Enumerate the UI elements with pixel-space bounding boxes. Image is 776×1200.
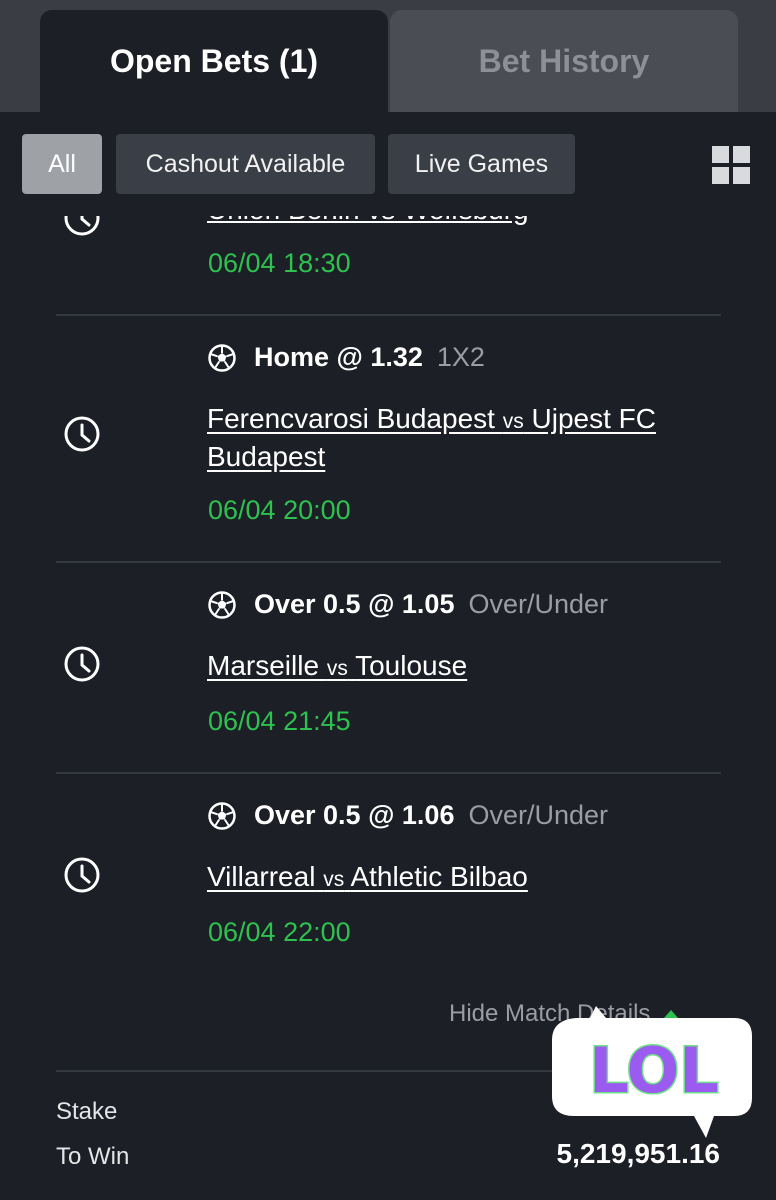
clock-icon	[64, 416, 100, 452]
divider	[56, 561, 721, 563]
tab-open-bets[interactable]: Open Bets (1)	[40, 10, 388, 112]
soccer-ball-icon	[208, 590, 236, 619]
filter-live-games-chip[interactable]: Live Games	[388, 134, 575, 194]
clock-icon	[64, 857, 100, 893]
match-datetime: 06/04 18:30	[208, 248, 351, 278]
clock-icon	[64, 216, 100, 236]
match-datetime: 06/04 21:45	[208, 706, 351, 736]
selection-row: Over 0.5 @ 1.06 Over/Under	[208, 800, 608, 831]
vs-label: vs	[502, 410, 524, 433]
vs-label: vs	[323, 868, 345, 891]
selection-pick: Over 0.5 @ 1.06	[254, 800, 455, 830]
to-win-label: To Win	[56, 1143, 130, 1170]
away-team-cont: Budapest	[207, 441, 326, 472]
soccer-ball-icon	[208, 343, 236, 372]
home-team: Ferencvarosi Budapest	[207, 403, 495, 434]
filter-all-chip[interactable]: All	[22, 134, 102, 194]
soccer-ball-icon	[208, 801, 236, 830]
home-team: Villarreal	[207, 861, 316, 892]
match-title[interactable]: Union Berlin vs Wolfsburg	[207, 216, 529, 226]
divider	[56, 314, 721, 316]
match-datetime: 06/04 22:00	[208, 917, 351, 947]
market-name: Over/Under	[468, 589, 609, 619]
lol-sticker: LOL	[546, 1004, 758, 1144]
tabs-bar: Open Bets (1) Bet History	[0, 0, 776, 112]
selection-row: Over 0.5 @ 1.05 Over/Under	[208, 589, 608, 620]
filter-cashout-chip[interactable]: Cashout Available	[116, 134, 375, 194]
selection-pick: Home @ 1.32	[254, 342, 423, 372]
vs-label: vs	[326, 657, 348, 680]
market-name: Over/Under	[468, 800, 609, 830]
stake-label: Stake	[56, 1098, 118, 1125]
away-team: Athletic Bilbao	[350, 861, 528, 892]
match-title[interactable]: Ferencvarosi Budapest vs Ujpest FC Budap…	[207, 401, 707, 474]
sticker-text: LOL	[589, 1034, 719, 1107]
selection-pick: Over 0.5 @ 1.05	[254, 589, 455, 619]
match-title[interactable]: Villarreal vs Athletic Bilbao	[207, 859, 707, 897]
filter-bar: All Cashout Available Live Games	[0, 112, 776, 216]
divider	[56, 772, 721, 774]
match-title[interactable]: Marseille vs Toulouse	[207, 648, 707, 686]
tab-bet-history[interactable]: Bet History	[390, 10, 738, 112]
clock-icon	[64, 646, 100, 682]
match-datetime: 06/04 20:00	[208, 495, 351, 525]
grid-view-icon[interactable]	[712, 146, 752, 186]
away-team: Toulouse	[355, 650, 468, 681]
selection-row: Home @ 1.32 1X2	[208, 342, 485, 373]
market-name: 1X2	[436, 342, 485, 372]
away-team: Ujpest FC	[531, 403, 656, 434]
home-team: Marseille	[207, 650, 320, 681]
